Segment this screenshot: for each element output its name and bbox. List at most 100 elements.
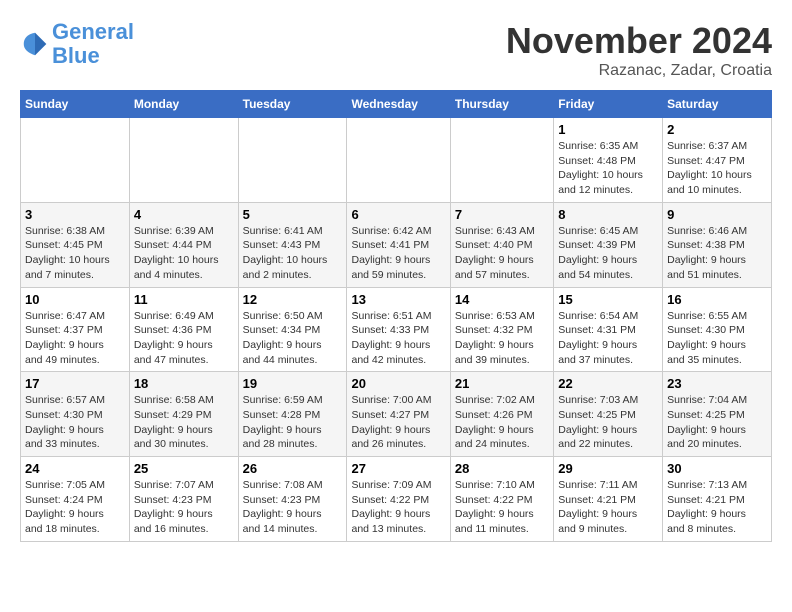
- calendar-cell: [450, 118, 553, 203]
- calendar-cell: 20 Sunrise: 7:00 AMSunset: 4:27 PMDayligh…: [347, 372, 450, 457]
- day-info: Sunrise: 6:50 AMSunset: 4:34 PMDaylight:…: [243, 309, 343, 368]
- calendar-cell: 22Sunrise: 7:03 AMSunset: 4:25 PMDayligh…: [554, 372, 663, 457]
- calendar-cell: 10 Sunrise: 6:47 AMSunset: 4:37 PMDayligh…: [21, 287, 130, 372]
- calendar-table: SundayMondayTuesdayWednesdayThursdayFrid…: [20, 90, 772, 542]
- calendar-cell: 11 Sunrise: 6:49 AMSunset: 4:36 PMDayligh…: [129, 287, 238, 372]
- day-number: 9: [667, 207, 767, 222]
- day-info: Sunrise: 7:03 AMSunset: 4:25 PMDaylight:…: [558, 393, 658, 452]
- calendar-cell: [21, 118, 130, 203]
- calendar-week-row: 17 Sunrise: 6:57 AMSunset: 4:30 PMDayligh…: [21, 372, 772, 457]
- day-info: Sunrise: 6:54 AMSunset: 4:31 PMDaylight:…: [558, 309, 658, 368]
- weekday-header: Sunday: [21, 91, 130, 118]
- day-number: 19: [243, 376, 343, 391]
- calendar-cell: 27 Sunrise: 7:09 AMSunset: 4:22 PMDayligh…: [347, 457, 450, 542]
- calendar-cell: 8 Sunrise: 6:45 AMSunset: 4:39 PMDaylight…: [554, 202, 663, 287]
- day-number: 23: [667, 376, 767, 391]
- weekday-header: Tuesday: [238, 91, 347, 118]
- logo-line1: General: [52, 19, 134, 44]
- calendar-cell: 4 Sunrise: 6:39 AMSunset: 4:44 PMDaylight…: [129, 202, 238, 287]
- day-number: 21: [455, 376, 549, 391]
- weekday-header: Monday: [129, 91, 238, 118]
- day-info: Sunrise: 7:11 AMSunset: 4:21 PMDaylight:…: [558, 478, 658, 537]
- location: Razanac, Zadar, Croatia: [506, 62, 772, 80]
- day-info: Sunrise: 7:04 AMSunset: 4:25 PMDaylight:…: [667, 393, 767, 452]
- day-info: Sunrise: 6:43 AMSunset: 4:40 PMDaylight:…: [455, 224, 549, 283]
- day-info: Sunrise: 7:07 AMSunset: 4:23 PMDaylight:…: [134, 478, 234, 537]
- day-info: Sunrise: 7:02 AMSunset: 4:26 PMDaylight:…: [455, 393, 549, 452]
- weekday-header: Saturday: [663, 91, 772, 118]
- day-info: Sunrise: 6:55 AMSunset: 4:30 PMDaylight:…: [667, 309, 767, 368]
- calendar-cell: 1 Sunrise: 6:35 AMSunset: 4:48 PMDaylight…: [554, 118, 663, 203]
- weekday-header: Friday: [554, 91, 663, 118]
- weekday-header: Wednesday: [347, 91, 450, 118]
- day-number: 16: [667, 292, 767, 307]
- calendar-cell: 7 Sunrise: 6:43 AMSunset: 4:40 PMDaylight…: [450, 202, 553, 287]
- day-number: 6: [351, 207, 445, 222]
- calendar-cell: 3Sunrise: 6:38 AMSunset: 4:45 PMDaylight…: [21, 202, 130, 287]
- day-number: 15: [558, 292, 658, 307]
- calendar-cell: 6 Sunrise: 6:42 AMSunset: 4:41 PMDaylight…: [347, 202, 450, 287]
- day-info: Sunrise: 6:49 AMSunset: 4:36 PMDaylight:…: [134, 309, 234, 368]
- day-number: 4: [134, 207, 234, 222]
- day-info: Sunrise: 6:58 AMSunset: 4:29 PMDaylight:…: [134, 393, 234, 452]
- calendar-week-row: 3Sunrise: 6:38 AMSunset: 4:45 PMDaylight…: [21, 202, 772, 287]
- day-info: Sunrise: 6:39 AMSunset: 4:44 PMDaylight:…: [134, 224, 234, 283]
- day-info: Sunrise: 6:51 AMSunset: 4:33 PMDaylight:…: [351, 309, 445, 368]
- calendar-cell: 21 Sunrise: 7:02 AMSunset: 4:26 PMDayligh…: [450, 372, 553, 457]
- day-info: Sunrise: 7:10 AMSunset: 4:22 PMDaylight:…: [455, 478, 549, 537]
- day-info: Sunrise: 6:57 AMSunset: 4:30 PMDaylight:…: [25, 393, 125, 452]
- day-info: Sunrise: 6:37 AMSunset: 4:47 PMDaylight:…: [667, 139, 767, 198]
- calendar-cell: 19Sunrise: 6:59 AMSunset: 4:28 PMDayligh…: [238, 372, 347, 457]
- day-info: Sunrise: 6:41 AMSunset: 4:43 PMDaylight:…: [243, 224, 343, 283]
- calendar-cell: 23 Sunrise: 7:04 AMSunset: 4:25 PMDayligh…: [663, 372, 772, 457]
- day-number: 20: [351, 376, 445, 391]
- day-info: Sunrise: 7:08 AMSunset: 4:23 PMDaylight:…: [243, 478, 343, 537]
- day-info: Sunrise: 7:09 AMSunset: 4:22 PMDaylight:…: [351, 478, 445, 537]
- header-row: SundayMondayTuesdayWednesdayThursdayFrid…: [21, 91, 772, 118]
- day-number: 8: [558, 207, 658, 222]
- day-number: 27: [351, 461, 445, 476]
- day-number: 17: [25, 376, 125, 391]
- day-info: Sunrise: 7:05 AMSunset: 4:24 PMDaylight:…: [25, 478, 125, 537]
- day-number: 26: [243, 461, 343, 476]
- day-number: 30: [667, 461, 767, 476]
- day-number: 1: [558, 122, 658, 137]
- logo-line2: Blue: [52, 43, 100, 68]
- calendar-cell: 25 Sunrise: 7:07 AMSunset: 4:23 PMDayligh…: [129, 457, 238, 542]
- day-info: Sunrise: 7:13 AMSunset: 4:21 PMDaylight:…: [667, 478, 767, 537]
- calendar-cell: [129, 118, 238, 203]
- day-number: 12: [243, 292, 343, 307]
- calendar-cell: 18 Sunrise: 6:58 AMSunset: 4:29 PMDayligh…: [129, 372, 238, 457]
- day-number: 25: [134, 461, 234, 476]
- day-number: 13: [351, 292, 445, 307]
- day-number: 28: [455, 461, 549, 476]
- calendar-cell: 17 Sunrise: 6:57 AMSunset: 4:30 PMDayligh…: [21, 372, 130, 457]
- calendar-cell: [238, 118, 347, 203]
- calendar-week-row: 1 Sunrise: 6:35 AMSunset: 4:48 PMDaylight…: [21, 118, 772, 203]
- weekday-header: Thursday: [450, 91, 553, 118]
- logo: General Blue: [20, 20, 134, 68]
- calendar-cell: 15 Sunrise: 6:54 AMSunset: 4:31 PMDayligh…: [554, 287, 663, 372]
- day-number: 18: [134, 376, 234, 391]
- calendar-body: 1 Sunrise: 6:35 AMSunset: 4:48 PMDaylight…: [21, 118, 772, 542]
- day-info: Sunrise: 6:47 AMSunset: 4:37 PMDaylight:…: [25, 309, 125, 368]
- calendar-week-row: 10 Sunrise: 6:47 AMSunset: 4:37 PMDayligh…: [21, 287, 772, 372]
- day-number: 2: [667, 122, 767, 137]
- day-number: 11: [134, 292, 234, 307]
- calendar-cell: 28 Sunrise: 7:10 AMSunset: 4:22 PMDayligh…: [450, 457, 553, 542]
- day-info: Sunrise: 6:45 AMSunset: 4:39 PMDaylight:…: [558, 224, 658, 283]
- calendar-cell: 30 Sunrise: 7:13 AMSunset: 4:21 PMDayligh…: [663, 457, 772, 542]
- day-info: Sunrise: 6:35 AMSunset: 4:48 PMDaylight:…: [558, 139, 658, 198]
- day-info: Sunrise: 6:42 AMSunset: 4:41 PMDaylight:…: [351, 224, 445, 283]
- calendar-cell: 9 Sunrise: 6:46 AMSunset: 4:38 PMDaylight…: [663, 202, 772, 287]
- calendar-cell: [347, 118, 450, 203]
- day-info: Sunrise: 7:00 AMSunset: 4:27 PMDaylight:…: [351, 393, 445, 452]
- calendar-cell: 29Sunrise: 7:11 AMSunset: 4:21 PMDayligh…: [554, 457, 663, 542]
- calendar-cell: 12 Sunrise: 6:50 AMSunset: 4:34 PMDayligh…: [238, 287, 347, 372]
- day-info: Sunrise: 6:46 AMSunset: 4:38 PMDaylight:…: [667, 224, 767, 283]
- day-number: 3: [25, 207, 125, 222]
- day-number: 7: [455, 207, 549, 222]
- day-number: 10: [25, 292, 125, 307]
- calendar-cell: 24Sunrise: 7:05 AMSunset: 4:24 PMDayligh…: [21, 457, 130, 542]
- title-block: November 2024 Razanac, Zadar, Croatia: [506, 20, 772, 80]
